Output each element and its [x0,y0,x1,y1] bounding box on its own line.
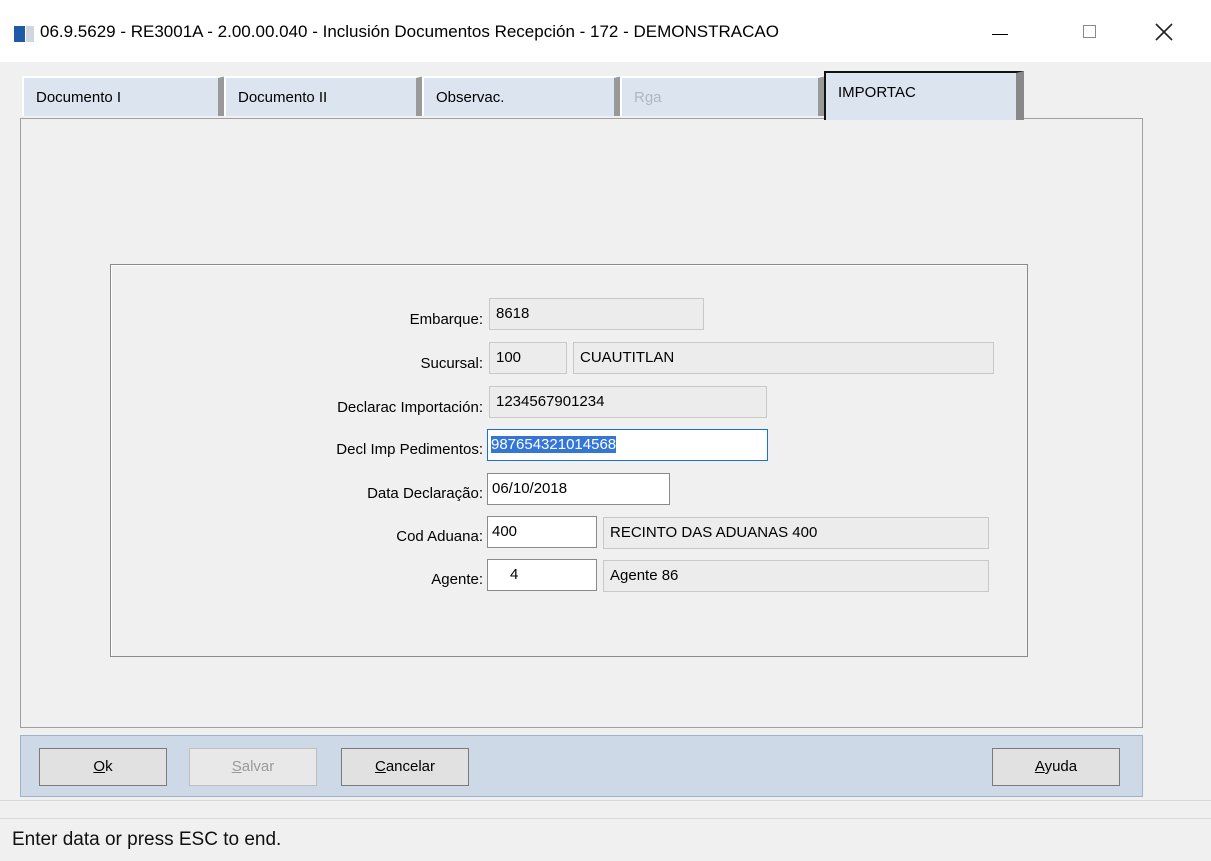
embarque-field: 8618 [489,298,704,330]
ok-label: k [105,758,113,775]
tab-documento-i[interactable]: Documento I [22,76,226,116]
cod-aduana-label: Cod Aduana: [396,528,483,545]
status-bar: Enter data or press ESC to end. [0,818,1211,861]
data-declaracao-input[interactable]: 06/10/2018 [487,473,670,505]
ayuda-button[interactable]: Ayuda [992,748,1120,786]
tab-importac[interactable]: IMPORTAC [824,71,1024,120]
tab-rga: Rga [620,76,826,116]
cancelar-mnemonic: C [374,758,386,775]
ayuda-mnemonic: A [1034,758,1045,775]
cod-aduana-name-field: RECINTO DAS ADUANAS 400 [603,517,989,549]
close-button[interactable] [1140,12,1188,52]
minimize-icon [992,34,1008,35]
data-declaracao-label: Data Declaração: [367,485,483,502]
minimize-button[interactable] [976,12,1024,52]
selected-text: 987654321014568 [491,436,617,453]
sucursal-code-field: 100 [489,342,567,374]
agente-label: Agente: [431,571,483,588]
agente-input[interactable]: 4 [487,559,597,591]
tab-observac[interactable]: Observac. [422,76,622,116]
cod-aduana-input[interactable]: 400 [487,516,597,548]
declarac-importacion-field: 1234567901234 [489,386,767,418]
cancelar-button[interactable]: Cancelar [341,748,469,786]
sucursal-name-field: CUAUTITLAN [573,342,994,374]
button-bar: Ok Salvar Cancelar Ayuda [20,735,1143,797]
ok-button[interactable]: Ok [39,748,167,786]
close-icon [1155,23,1173,41]
maximize-button[interactable] [1066,12,1114,52]
decl-imp-pedimentos-input[interactable]: 987654321014568 [487,429,768,461]
agente-name-field: Agente 86 [603,560,989,592]
divider [0,800,1211,801]
maximize-icon [1083,25,1096,38]
declarac-importacion-label: Declarac Importación: [337,399,483,416]
window-title: 06.9.5629 - RE3001A - 2.00.00.040 - Incl… [40,22,779,41]
cancelar-label: ancelar [385,758,436,775]
decl-imp-pedimentos-label: Decl Imp Pedimentos: [336,441,483,458]
embarque-label: Embarque: [409,311,483,328]
salvar-label: alvar [241,758,275,775]
ok-mnemonic: O [93,758,106,775]
title-bar: 06.9.5629 - RE3001A - 2.00.00.040 - Incl… [0,0,1211,62]
ayuda-label: yuda [1044,758,1078,775]
salvar-mnemonic: S [231,758,242,775]
salvar-button: Salvar [189,748,317,786]
status-text: Enter data or press ESC to end. [12,829,282,850]
sucursal-label: Sucursal: [420,355,483,372]
app-icon [14,26,34,42]
tab-documento-ii[interactable]: Documento II [224,76,424,116]
